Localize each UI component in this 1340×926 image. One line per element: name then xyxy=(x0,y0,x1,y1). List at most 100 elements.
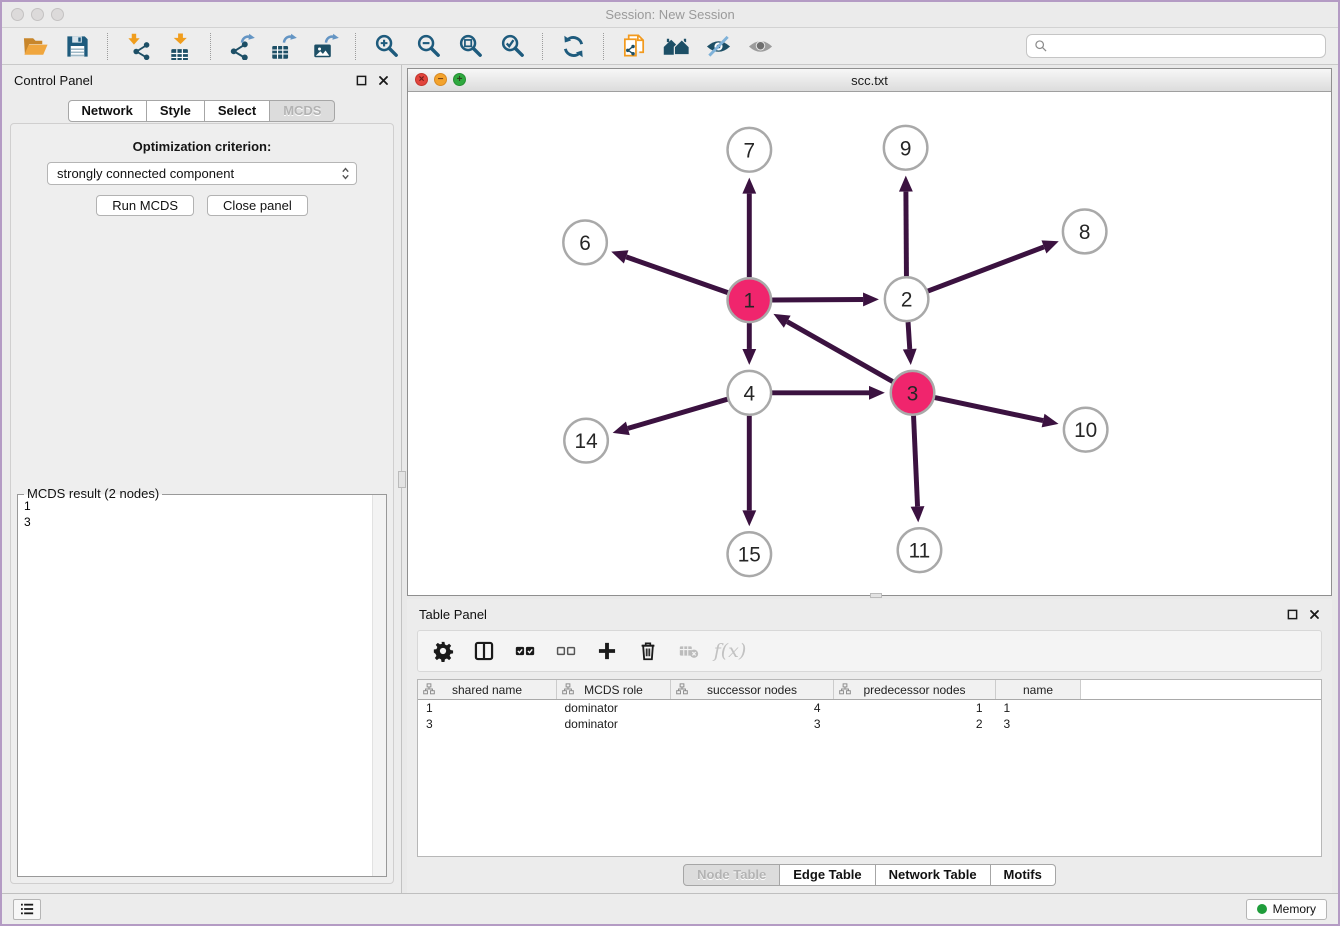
svg-text:2: 2 xyxy=(901,289,913,312)
criterion-select[interactable]: strongly connected component xyxy=(47,162,357,185)
network-graph[interactable]: 7 9 6 8 1 2 4 3 14 10 15 11 xyxy=(408,92,1331,595)
table-row[interactable]: 1dominator411 xyxy=(418,700,1321,717)
tab-network[interactable]: Network xyxy=(68,100,147,122)
zoom-in-button[interactable] xyxy=(370,31,402,62)
graph-node-14[interactable]: 14 xyxy=(564,419,608,463)
result-scrollbar[interactable] xyxy=(372,495,386,876)
table-row[interactable]: 3dominator323 xyxy=(418,716,1321,732)
export-network-button[interactable] xyxy=(225,31,257,62)
delete-column-icon[interactable] xyxy=(636,639,660,663)
column-header-mcds-role[interactable]: MCDS role xyxy=(557,680,671,700)
graph-node-1[interactable]: 1 xyxy=(728,278,772,322)
close-table-panel-icon[interactable] xyxy=(1309,609,1320,620)
zoom-out-button[interactable] xyxy=(412,31,444,62)
zoom-view-button[interactable]: + xyxy=(453,73,466,86)
zoom-window-button[interactable] xyxy=(51,8,64,21)
graph-edge-4-14[interactable] xyxy=(628,399,728,428)
zoom-fit-button[interactable] xyxy=(454,31,486,62)
column-settings-icon[interactable] xyxy=(431,639,455,663)
memory-button[interactable]: Memory xyxy=(1246,899,1327,920)
refresh-button[interactable] xyxy=(557,31,589,62)
open-file-icon xyxy=(22,33,49,60)
graph-node-9[interactable]: 9 xyxy=(884,126,928,170)
float-table-panel-icon[interactable] xyxy=(1287,609,1298,620)
cell-mcds-role[interactable]: dominator xyxy=(557,716,671,732)
import-table-button[interactable] xyxy=(164,31,196,62)
graph-node-4[interactable]: 4 xyxy=(728,371,772,415)
graph-node-7[interactable]: 7 xyxy=(728,128,772,172)
close-panel-icon[interactable] xyxy=(378,75,389,86)
clone-network-button[interactable] xyxy=(618,31,650,62)
graph-edge-3-1[interactable] xyxy=(787,322,892,382)
search-field[interactable] xyxy=(1026,34,1326,58)
cell-shared-name[interactable]: 3 xyxy=(418,716,557,732)
select-all-checks-icon[interactable] xyxy=(513,639,537,663)
graph-node-8[interactable]: 8 xyxy=(1063,210,1107,254)
zoom-selected-button[interactable] xyxy=(496,31,528,62)
mcds-result-box: MCDS result (2 nodes) 13 xyxy=(17,494,387,877)
vertical-splitter-handle[interactable] xyxy=(398,471,406,488)
graph-edge-1-2[interactable] xyxy=(772,299,863,300)
cell-mcds-role[interactable]: dominator xyxy=(557,700,671,717)
graph-edge-2-3[interactable] xyxy=(908,322,910,349)
zoom-in-icon xyxy=(373,33,400,60)
export-table-button[interactable] xyxy=(267,31,299,62)
close-panel-button[interactable]: Close panel xyxy=(207,195,308,216)
home-view-button[interactable] xyxy=(660,31,692,62)
svg-text:9: 9 xyxy=(900,137,912,160)
column-header-successor-nodes[interactable]: successor nodes xyxy=(671,680,834,700)
column-header-name[interactable]: name xyxy=(996,680,1081,700)
cell-predecessor-nodes[interactable]: 2 xyxy=(834,716,996,732)
graph-edge-3-11[interactable] xyxy=(914,416,918,507)
close-view-button[interactable]: × xyxy=(415,73,428,86)
show-graphics-button[interactable] xyxy=(744,31,776,62)
run-mcds-button[interactable]: Run MCDS xyxy=(96,195,194,216)
close-window-button[interactable] xyxy=(11,8,24,21)
tab-style[interactable]: Style xyxy=(147,100,205,122)
deselect-all-checks-icon[interactable] xyxy=(554,639,578,663)
save-session-button[interactable] xyxy=(61,31,93,62)
svg-text:14: 14 xyxy=(575,430,598,453)
horizontal-splitter-handle[interactable] xyxy=(870,593,882,598)
app-window: Session: New Session Control Panel Netwo… xyxy=(2,2,1338,924)
import-network-button[interactable] xyxy=(122,31,154,62)
graph-node-15[interactable]: 15 xyxy=(728,532,772,576)
hide-graphics-button[interactable] xyxy=(702,31,734,62)
tab-mcds[interactable]: MCDS xyxy=(270,100,335,122)
tab-motifs[interactable]: Motifs xyxy=(991,864,1056,886)
graph-edge-1-6[interactable] xyxy=(626,257,728,293)
cell-successor-nodes[interactable]: 3 xyxy=(671,716,834,732)
tab-edge-table[interactable]: Edge Table xyxy=(780,864,875,886)
graph-node-10[interactable]: 10 xyxy=(1064,408,1108,452)
network-canvas[interactable]: 7 9 6 8 1 2 4 3 14 10 15 11 xyxy=(408,92,1331,595)
svg-text:7: 7 xyxy=(744,139,756,162)
graph-node-3[interactable]: 3 xyxy=(891,371,935,415)
column-header-shared-name[interactable]: shared name xyxy=(418,680,557,700)
cell-name[interactable]: 3 xyxy=(996,716,1081,732)
mcds-result-list[interactable]: 13 xyxy=(19,497,372,875)
column-header-predecessor-nodes[interactable]: predecessor nodes xyxy=(834,680,996,700)
minimize-view-button[interactable]: − xyxy=(434,73,447,86)
graph-node-6[interactable]: 6 xyxy=(563,220,607,264)
cell-name[interactable]: 1 xyxy=(996,700,1081,717)
graph-node-11[interactable]: 11 xyxy=(898,528,942,572)
tab-node-table[interactable]: Node Table xyxy=(683,864,780,886)
search-input[interactable] xyxy=(1052,38,1318,54)
add-column-icon[interactable] xyxy=(595,639,619,663)
cell-predecessor-nodes[interactable]: 1 xyxy=(834,700,996,717)
graph-node-2[interactable]: 2 xyxy=(885,277,929,321)
graph-edge-2-9[interactable] xyxy=(906,192,907,277)
float-panel-icon[interactable] xyxy=(356,75,367,86)
export-image-button[interactable] xyxy=(309,31,341,62)
open-file-button[interactable] xyxy=(19,31,51,62)
tab-select[interactable]: Select xyxy=(205,100,270,122)
tab-network-table[interactable]: Network Table xyxy=(876,864,991,886)
graph-arrowhead-4-3 xyxy=(869,386,885,400)
cell-successor-nodes[interactable]: 4 xyxy=(671,700,834,717)
cell-shared-name[interactable]: 1 xyxy=(418,700,557,717)
task-history-button[interactable] xyxy=(13,899,41,920)
minimize-window-button[interactable] xyxy=(31,8,44,21)
split-columns-icon[interactable] xyxy=(472,639,496,663)
graph-edge-2-8[interactable] xyxy=(928,247,1044,291)
graph-edge-3-10[interactable] xyxy=(935,398,1043,421)
